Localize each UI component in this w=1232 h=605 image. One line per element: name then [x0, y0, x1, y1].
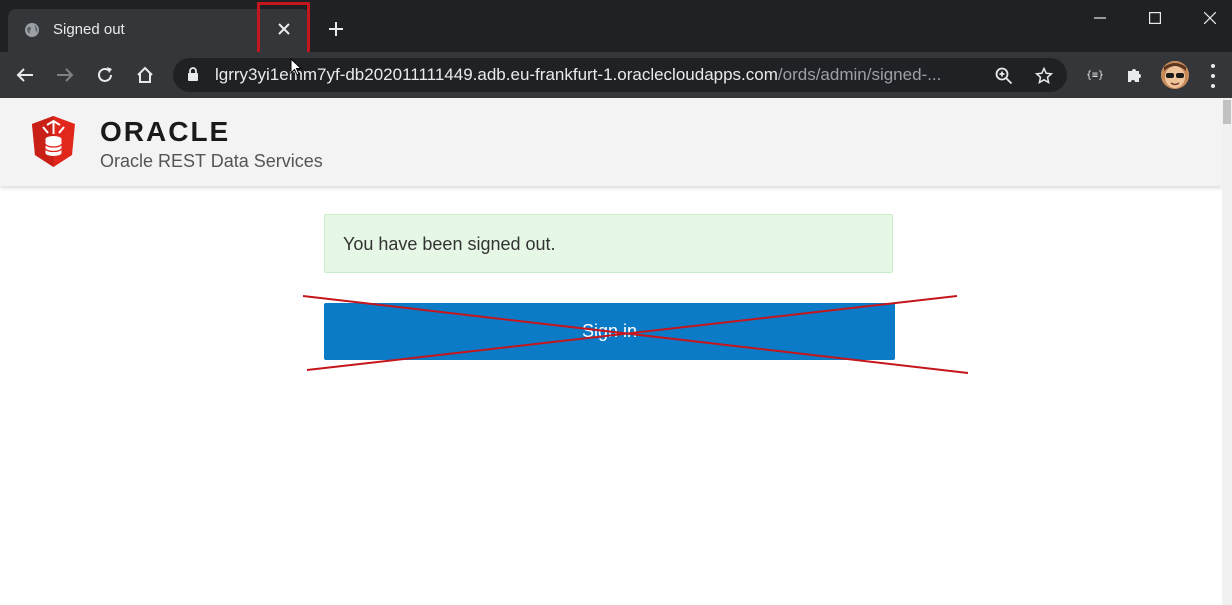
json-icon: {≡} — [1085, 69, 1105, 81]
back-button[interactable] — [11, 61, 39, 89]
window-close-button[interactable] — [1190, 4, 1230, 32]
star-icon — [1035, 67, 1053, 85]
avatar-face-icon — [1161, 61, 1189, 89]
minimize-icon — [1094, 17, 1106, 19]
minimize-button[interactable] — [1080, 4, 1120, 32]
bookmark-star-button[interactable] — [1033, 65, 1055, 87]
brand-block: ORACLE Oracle REST Data Services — [100, 118, 323, 172]
page-scrollbar[interactable] — [1222, 98, 1232, 605]
menu-dot — [1211, 74, 1215, 78]
menu-dot — [1211, 84, 1215, 88]
close-icon — [1204, 12, 1216, 24]
extensions-button[interactable] — [1121, 61, 1149, 89]
signed-out-alert: You have been signed out. — [324, 214, 893, 273]
reload-button[interactable] — [91, 61, 119, 89]
web-page: ORACLE Oracle REST Data Services You hav… — [0, 98, 1232, 605]
zoom-icon — [995, 67, 1013, 85]
new-tab-button[interactable] — [323, 16, 349, 42]
oracle-wordmark: ORACLE — [100, 116, 231, 147]
lock-icon — [188, 67, 198, 81]
tab-close-button[interactable] — [257, 2, 310, 56]
ords-header: ORACLE Oracle REST Data Services — [0, 98, 1222, 186]
close-icon — [277, 23, 290, 35]
ords-logo-icon — [32, 116, 75, 167]
arrow-left-icon — [16, 68, 33, 82]
home-button[interactable] — [131, 61, 159, 89]
menu-dot — [1211, 64, 1215, 68]
browser-toolbar: lgrry3yi1emm7yf-db202011111449.adb.eu-fr… — [0, 52, 1232, 98]
address-bar[interactable]: lgrry3yi1emm7yf-db202011111449.adb.eu-fr… — [173, 58, 1067, 92]
reload-icon — [98, 67, 112, 82]
browser-titlebar: Signed out — [0, 0, 1232, 56]
url-path: /ords/admin/signed-... — [777, 65, 942, 84]
puzzle-icon — [1128, 69, 1141, 82]
forward-button[interactable] — [51, 61, 79, 89]
home-icon — [137, 66, 153, 83]
plus-icon — [329, 22, 343, 36]
scrollbar-thumb[interactable] — [1223, 100, 1231, 124]
browser-menu-button[interactable] — [1203, 64, 1223, 88]
maximize-icon — [1149, 12, 1161, 24]
mouse-cursor-icon — [290, 58, 302, 76]
url-text: lgrry3yi1emm7yf-db202011111449.adb.eu-fr… — [215, 65, 941, 85]
tab-title: Signed out — [53, 21, 125, 38]
profile-avatar[interactable] — [1161, 61, 1189, 89]
arrow-right-icon — [57, 68, 74, 82]
zoom-button[interactable] — [993, 65, 1015, 87]
product-name: Oracle REST Data Services — [100, 151, 323, 171]
alert-message: You have been signed out. — [343, 234, 556, 254]
maximize-button[interactable] — [1135, 4, 1175, 32]
globe-icon — [25, 23, 39, 37]
json-extension-button[interactable]: {≡} — [1081, 61, 1109, 89]
signin-button[interactable]: Sign in — [324, 303, 895, 360]
